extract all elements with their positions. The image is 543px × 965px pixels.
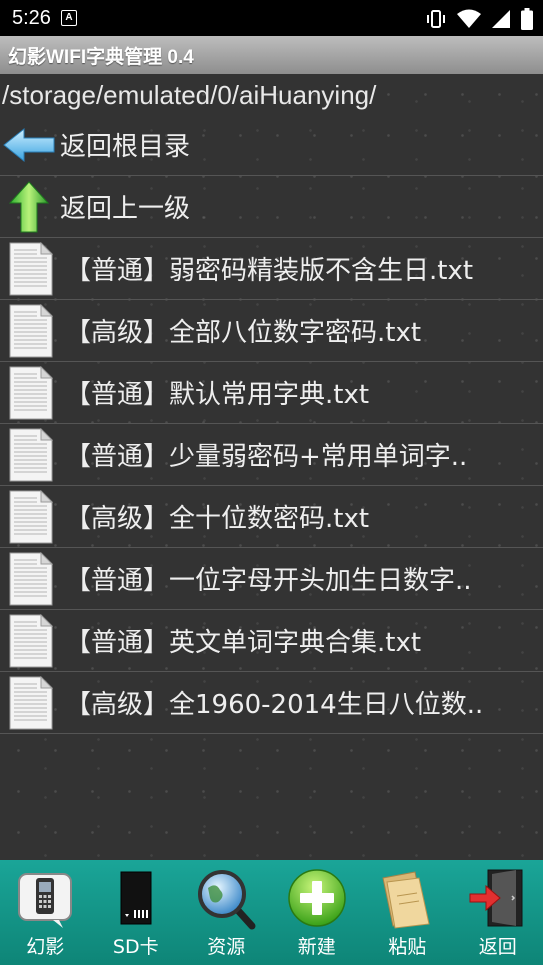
status-bar: 5:26 A	[0, 0, 543, 36]
text-file-icon	[9, 489, 54, 544]
signal-icon	[492, 10, 510, 28]
exit-door-icon	[469, 869, 523, 927]
current-path: /storage/emulated/0/aiHuanying/	[2, 80, 377, 110]
tab-back-label: 返回	[478, 936, 517, 958]
text-file-icon	[9, 675, 54, 730]
tab-new[interactable]: 新建	[272, 860, 363, 965]
status-icons	[425, 8, 533, 30]
tab-new-label: 新建	[297, 936, 336, 958]
file-row[interactable]: 【普通】弱密码精装版不含生日.txt	[0, 238, 543, 300]
tab-sdcard[interactable]: SD卡	[91, 860, 182, 965]
nav-up-row[interactable]: 返回上一级	[0, 176, 543, 238]
tab-huanying-label: 幻影	[26, 936, 65, 958]
file-row[interactable]: 【普通】少量弱密码+常用单词字..	[0, 424, 543, 486]
nav-root-label: 返回根目录	[60, 132, 191, 162]
file-name: 【高级】全1960-2014生日八位数..	[65, 690, 484, 720]
arrow-up-icon	[0, 176, 58, 237]
file-name: 【普通】默认常用字典.txt	[65, 380, 370, 410]
file-name: 【普通】英文单词字典合集.txt	[65, 628, 422, 658]
plus-icon	[288, 869, 346, 927]
file-name: 【高级】全部八位数字密码.txt	[65, 318, 422, 348]
file-name: 【高级】全十位数密码.txt	[65, 504, 370, 534]
app-title: 幻影WIFI字典管理 0.4	[8, 46, 194, 68]
text-file-icon	[9, 241, 54, 296]
file-row[interactable]: 【普通】英文单词字典合集.txt	[0, 610, 543, 672]
globe-magnifier-icon	[198, 870, 256, 930]
file-name: 【普通】一位字母开头加生日数字..	[65, 566, 472, 596]
text-file-icon	[9, 303, 54, 358]
status-time: 5:26	[12, 6, 51, 29]
file-row[interactable]: 【普通】一位字母开头加生日数字..	[0, 548, 543, 610]
file-row[interactable]: 【普通】默认常用字典.txt	[0, 362, 543, 424]
wifi-icon	[457, 9, 481, 28]
tab-back[interactable]: 返回	[453, 860, 543, 965]
tab-resources[interactable]: 资源	[181, 860, 272, 965]
battery-icon	[521, 8, 533, 30]
tab-paste[interactable]: 粘贴	[362, 860, 453, 965]
file-name: 【普通】弱密码精装版不含生日.txt	[65, 256, 474, 286]
bottom-toolbar: 幻影 SD卡 资源 新建 粘贴 返回	[0, 860, 543, 965]
text-file-icon	[9, 613, 54, 668]
tab-resources-label: 资源	[207, 936, 246, 958]
tab-huanying[interactable]: 幻影	[0, 860, 91, 965]
arrow-left-icon	[0, 114, 58, 175]
vibrate-icon	[427, 10, 445, 28]
nav-root-row[interactable]: 返回根目录	[0, 114, 543, 176]
text-file-icon	[9, 551, 54, 606]
file-row[interactable]: 【高级】全1960-2014生日八位数..	[0, 672, 543, 734]
folder-icon	[382, 871, 430, 929]
text-file-icon	[9, 427, 54, 482]
text-file-icon	[9, 365, 54, 420]
nav-up-label: 返回上一级	[60, 194, 191, 224]
file-row[interactable]: 【高级】全部八位数字密码.txt	[0, 300, 543, 362]
file-browser[interactable]: /storage/emulated/0/aiHuanying/ 返回根目录 返回…	[0, 74, 543, 860]
app-title-bar: 幻影WIFI字典管理 0.4	[0, 36, 543, 74]
tab-sdcard-label: SD卡	[112, 936, 159, 958]
tab-paste-label: 粘贴	[388, 936, 427, 958]
sdcard-icon	[120, 871, 152, 925]
notification-icon: A	[60, 10, 77, 26]
phone-icon	[18, 873, 73, 928]
file-name: 【普通】少量弱密码+常用单词字..	[65, 442, 468, 472]
file-row[interactable]: 【高级】全十位数密码.txt	[0, 486, 543, 548]
